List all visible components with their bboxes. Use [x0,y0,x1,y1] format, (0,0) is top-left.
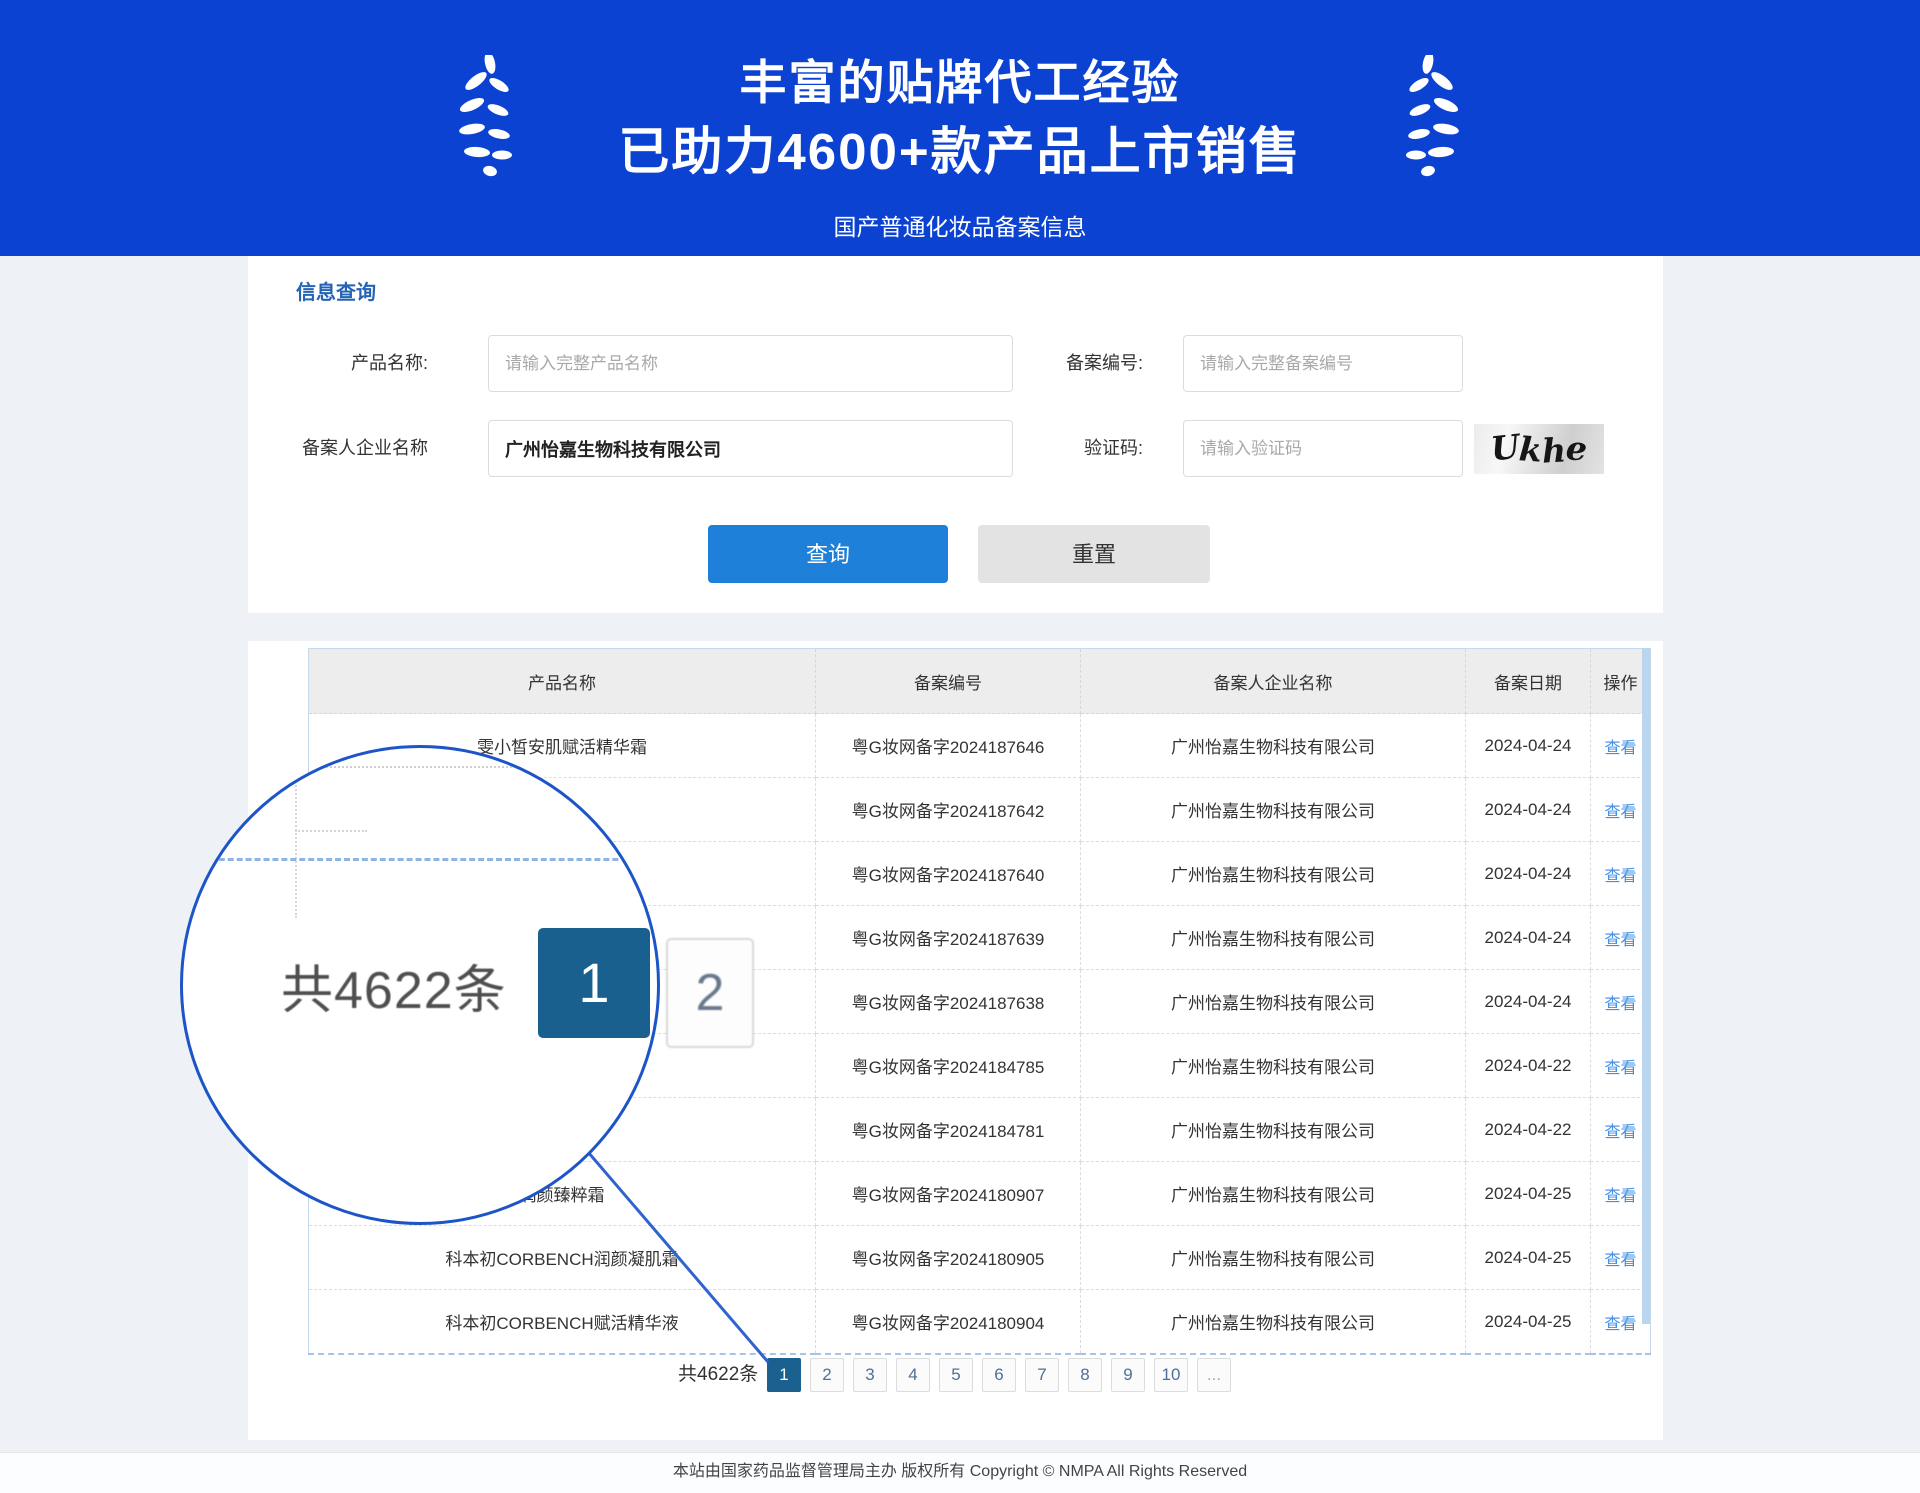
page-8-button[interactable]: 8 [1068,1358,1102,1392]
reg-number-input[interactable] [1183,335,1463,392]
date-cell: 2024-04-22 [1466,1098,1591,1162]
captcha-input[interactable] [1183,420,1463,477]
reg-number-cell: 粤G妆网备字2024187642 [816,778,1081,842]
magnified-page-2-button: 2 [666,938,754,1048]
date-cell: 2024-04-24 [1466,906,1591,970]
table-row: 科本初CORBENCH润颜凝肌霜粤G妆网备字2024180905广州怡嘉生物科技… [309,1226,1651,1290]
captcha-glyph: k [1518,429,1544,470]
reg-number-cell: 粤G妆网备字2024180905 [816,1226,1081,1290]
reg-number-cell: 粤G妆网备字2024187640 [816,842,1081,906]
column-header: 产品名称 [309,649,816,714]
reg-number-cell: 粤G妆网备字2024187646 [816,714,1081,778]
page-6-button[interactable]: 6 [982,1358,1016,1392]
company-name-label: 备案人企业名称 [288,420,428,477]
view-link[interactable]: 查看 [1604,1060,1636,1077]
company-cell: 广州怡嘉生物科技有限公司 [1081,1290,1466,1355]
date-cell: 2024-04-25 [1466,1290,1591,1355]
column-header: 备案日期 [1466,649,1591,714]
captcha-glyph: h [1541,430,1567,470]
company-cell: 广州怡嘉生物科技有限公司 [1081,1226,1466,1290]
table-header-row: 产品名称备案编号备案人企业名称备案日期操作 [309,649,1651,714]
page-10-button[interactable]: 10 [1154,1358,1188,1392]
product-name-label: 产品名称: [306,335,428,392]
company-name-input[interactable] [488,420,1013,477]
magnified-page-1-button: 1 [538,928,650,1038]
query-form-panel: 信息查询 产品名称: 备案编号: 备案人企业名称 验证码: Ukhe 查询 重置 [248,256,1663,613]
view-link[interactable]: 查看 [1604,1252,1636,1269]
company-cell: 广州怡嘉生物科技有限公司 [1081,778,1466,842]
page-5-button[interactable]: 5 [939,1358,973,1392]
banner-subtitle: 国产普通化妆品备案信息 [0,208,1920,242]
magnified-total-count: 共4622条 [281,948,507,1023]
page-4-button[interactable]: 4 [896,1358,930,1392]
header-banner: 丰富的贴牌代工经验 已助力4600+款产品上市销售 国产普通化妆品备案信息 [0,0,1920,256]
reg-number-cell: 粤G妆网备字2024180907 [816,1162,1081,1226]
company-cell: 广州怡嘉生物科技有限公司 [1081,842,1466,906]
date-cell: 2024-04-25 [1466,1162,1591,1226]
view-link[interactable]: 查看 [1604,996,1636,1013]
captcha-glyph: U [1489,426,1522,468]
page-7-button[interactable]: 7 [1025,1358,1059,1392]
view-link[interactable]: 查看 [1604,1188,1636,1205]
company-cell: 广州怡嘉生物科技有限公司 [1081,1162,1466,1226]
date-cell: 2024-04-22 [1466,1034,1591,1098]
view-link[interactable]: 查看 [1604,804,1636,821]
reg-number-cell: 粤G妆网备字2024187638 [816,970,1081,1034]
captcha-image[interactable]: Ukhe [1474,424,1604,474]
date-cell: 2024-04-24 [1466,778,1591,842]
banner-title-line2: 已助力4600+款产品上市销售 [0,110,1920,184]
magnified-table-border [295,766,297,918]
reg-number-cell: 粤G妆网备字2024180904 [816,1290,1081,1355]
product-name-cell: 科本初CORBENCH润颜凝肌霜 [309,1226,816,1290]
page-2-button[interactable]: 2 [810,1358,844,1392]
table-right-scroll-strip[interactable] [1642,648,1650,1324]
view-link[interactable]: 查看 [1604,1124,1636,1141]
captcha-glyph: e [1565,428,1589,469]
date-cell: 2024-04-24 [1466,970,1591,1034]
column-header: 备案编号 [816,649,1081,714]
query-button[interactable]: 查询 [708,525,948,583]
product-name-cell: 科本初CORBENCH赋活精华液 [309,1290,816,1355]
reg-number-label: 备案编号: [1046,335,1143,392]
date-cell: 2024-04-24 [1466,842,1591,906]
view-link[interactable]: 查看 [1604,1316,1636,1333]
company-cell: 广州怡嘉生物科技有限公司 [1081,1034,1466,1098]
pagination: 123456789 10... [767,1358,1231,1392]
date-cell: 2024-04-25 [1466,1226,1591,1290]
footer-copyright: 本站由国家药品监督管理局主办 版权所有 Copyright © NMPA All… [0,1452,1920,1493]
magnifier-circle: 共4622条 1 [180,745,660,1225]
magnified-row-border [295,830,367,832]
page-3-button[interactable]: 3 [853,1358,887,1392]
reg-number-cell: 粤G妆网备字2024184785 [816,1034,1081,1098]
section-title: 信息查询 [296,276,376,305]
view-link[interactable]: 查看 [1604,868,1636,885]
product-name-input[interactable] [488,335,1013,392]
table-row: 科本初CORBENCH赋活精华液粤G妆网备字2024180904广州怡嘉生物科技… [309,1290,1651,1355]
company-cell: 广州怡嘉生物科技有限公司 [1081,1098,1466,1162]
company-cell: 广州怡嘉生物科技有限公司 [1081,714,1466,778]
company-cell: 广州怡嘉生物科技有限公司 [1081,970,1466,1034]
reg-number-cell: 粤G妆网备字2024187639 [816,906,1081,970]
magnified-row-border [295,766,635,768]
captcha-label: 验证码: [1046,420,1143,477]
page-ellipsis-button[interactable]: ... [1197,1358,1231,1392]
page-9-button[interactable]: 9 [1111,1358,1145,1392]
pagination-total: 共4622条 [678,1358,758,1392]
view-link[interactable]: 查看 [1604,740,1636,757]
reg-number-cell: 粤G妆网备字2024184781 [816,1098,1081,1162]
magnified-table-bottom-border [183,858,660,861]
company-cell: 广州怡嘉生物科技有限公司 [1081,906,1466,970]
view-link[interactable]: 查看 [1604,932,1636,949]
date-cell: 2024-04-24 [1466,714,1591,778]
reset-button[interactable]: 重置 [978,525,1210,583]
column-header: 备案人企业名称 [1081,649,1466,714]
page-1-button[interactable]: 1 [767,1358,801,1392]
banner-title-line1: 丰富的贴牌代工经验 [0,44,1920,113]
